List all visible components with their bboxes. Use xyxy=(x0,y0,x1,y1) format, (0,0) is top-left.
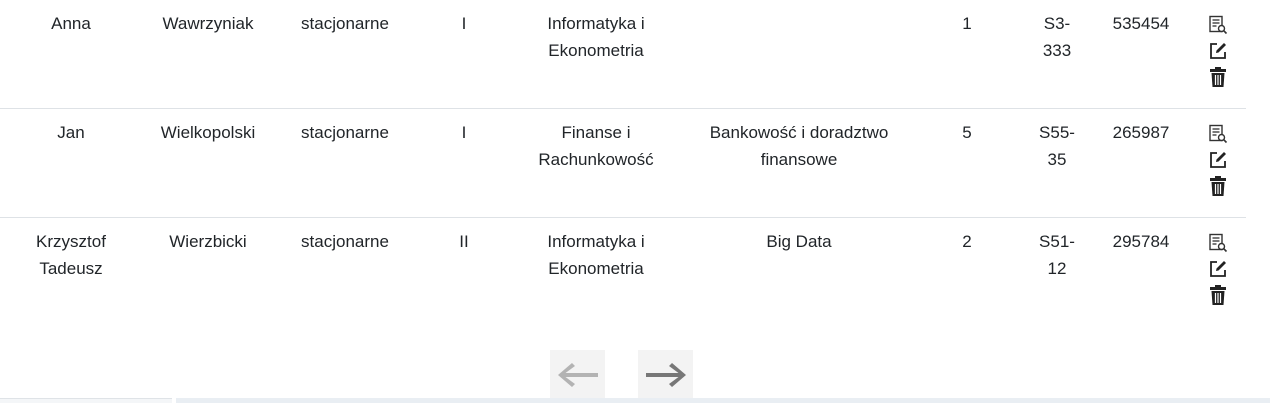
specialization-cell: Bankowość i doradztwo finansowe xyxy=(709,123,889,169)
first-name-cell: Krzysztof Tadeusz xyxy=(36,232,106,278)
degree-cell: I xyxy=(461,14,467,33)
index-number-cell: 535454 xyxy=(1112,14,1170,33)
edit-button[interactable] xyxy=(1207,256,1229,282)
table-row: Anna Wawrzyniak stacjonarne I Informatyk… xyxy=(0,0,1246,109)
arrow-left-icon xyxy=(557,363,598,387)
row-actions xyxy=(1206,121,1230,199)
group-cell: S51- 12 xyxy=(1039,232,1075,278)
degree-cell: I xyxy=(461,123,467,142)
details-button[interactable] xyxy=(1207,230,1229,256)
details-icon xyxy=(1209,233,1228,253)
edit-button[interactable] xyxy=(1207,147,1229,173)
trash-icon xyxy=(1210,285,1226,305)
edit-icon xyxy=(1210,261,1226,277)
year-cell: 2 xyxy=(962,232,972,251)
degree-cell: II xyxy=(459,232,469,251)
footer-divider xyxy=(0,398,172,403)
row-actions xyxy=(1206,230,1230,308)
field-cell: Informatyka i Ekonometria xyxy=(547,14,645,60)
horizontal-scrollbar[interactable] xyxy=(176,398,1270,403)
study-mode-cell: stacjonarne xyxy=(301,123,389,142)
previous-page-button[interactable] xyxy=(550,350,605,400)
field-cell: Finanse i Rachunkowość xyxy=(538,123,654,169)
study-mode-cell: stacjonarne xyxy=(301,232,389,251)
edit-icon xyxy=(1210,152,1226,168)
delete-button[interactable] xyxy=(1207,282,1229,308)
trash-icon xyxy=(1210,176,1226,196)
edit-icon xyxy=(1210,43,1226,59)
last-name-cell: Wawrzyniak xyxy=(162,14,254,33)
year-cell: 5 xyxy=(962,123,972,142)
trash-icon xyxy=(1210,67,1226,87)
study-mode-cell: stacjonarne xyxy=(301,14,389,33)
table-row: Jan Wielkopolski stacjonarne I Finanse i… xyxy=(0,109,1246,218)
first-name-cell: Anna xyxy=(51,14,91,33)
arrow-right-icon xyxy=(645,363,686,387)
first-name-cell: Jan xyxy=(57,123,85,142)
details-icon xyxy=(1209,15,1228,35)
students-table: Anna Wawrzyniak stacjonarne I Informatyk… xyxy=(0,0,1246,328)
index-number-cell: 295784 xyxy=(1112,232,1170,251)
index-number-cell: 265987 xyxy=(1112,123,1170,142)
field-cell: Informatyka i Ekonometria xyxy=(547,232,645,278)
next-page-button[interactable] xyxy=(638,350,693,400)
details-icon xyxy=(1209,124,1228,144)
edit-button[interactable] xyxy=(1207,38,1229,64)
details-button[interactable] xyxy=(1207,12,1229,38)
last-name-cell: Wielkopolski xyxy=(160,123,256,142)
group-cell: S3- 333 xyxy=(1042,14,1072,60)
year-cell: 1 xyxy=(962,14,972,33)
delete-button[interactable] xyxy=(1207,64,1229,90)
row-actions xyxy=(1206,12,1230,90)
last-name-cell: Wierzbicki xyxy=(169,232,247,251)
specialization-cell: Big Data xyxy=(766,232,832,251)
table-row: Krzysztof Tadeusz Wierzbicki stacjonarne… xyxy=(0,218,1246,328)
delete-button[interactable] xyxy=(1207,173,1229,199)
details-button[interactable] xyxy=(1207,121,1229,147)
pagination xyxy=(550,350,696,400)
group-cell: S55- 35 xyxy=(1039,123,1075,169)
